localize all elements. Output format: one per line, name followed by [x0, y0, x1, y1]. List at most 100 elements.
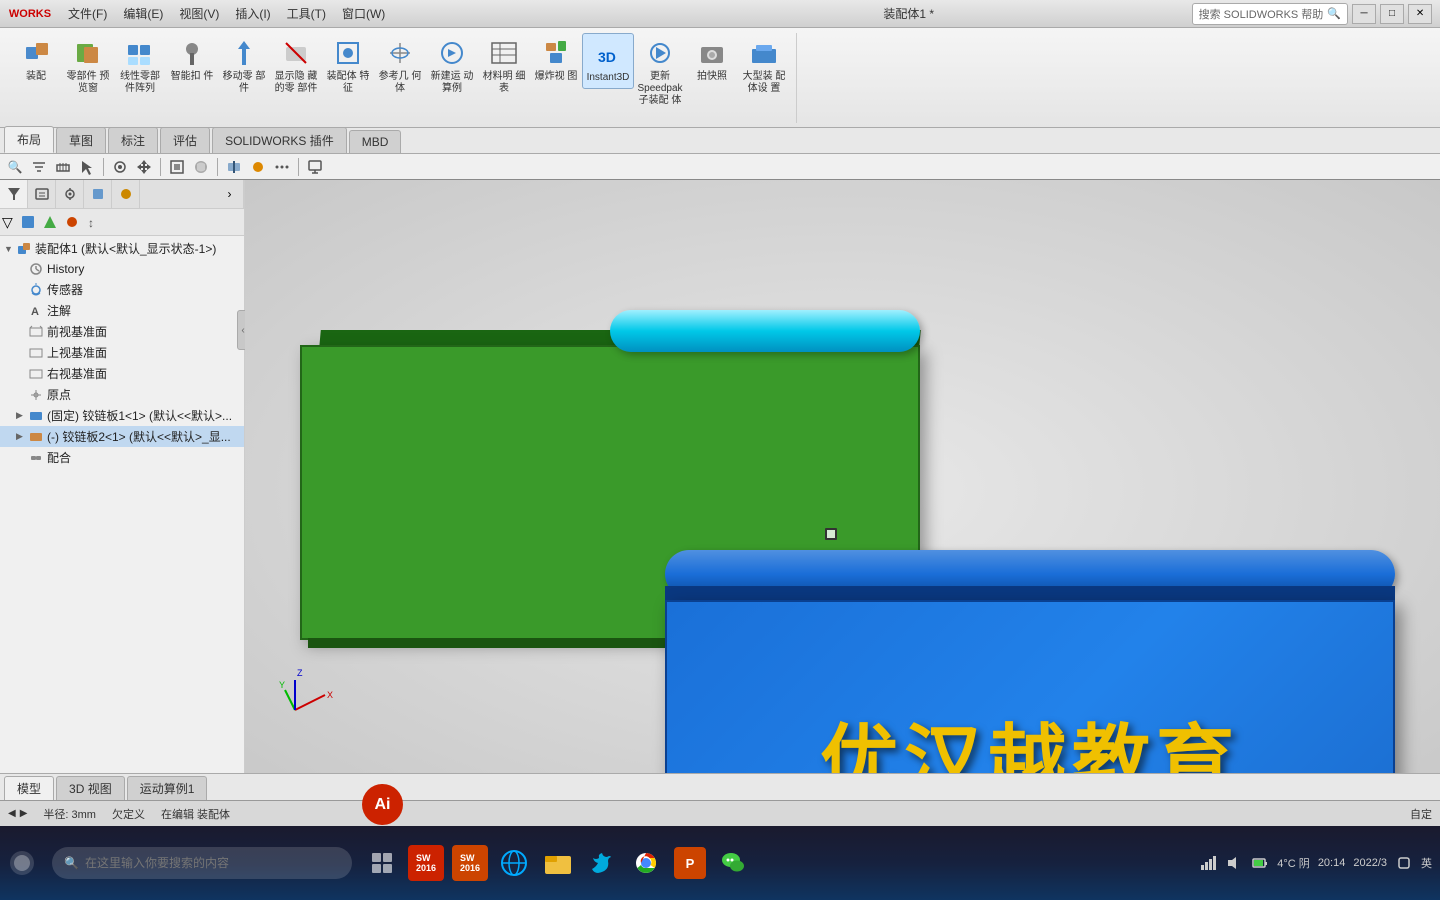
tab-solidworks-plugin[interactable]: SOLIDWORKS 插件: [212, 127, 347, 153]
tray-volume-icon[interactable]: [1225, 854, 1243, 872]
toolbar-btn-speedpak[interactable]: 更新 Speedpak 子装配 体: [634, 33, 686, 111]
panel-tab-config[interactable]: [56, 180, 84, 208]
toolbar-label-hide-component: 显示隐 藏的零 部件: [272, 71, 320, 95]
toolbar-btn-smart-parts[interactable]: 线性零部 件阵列: [114, 33, 166, 99]
tree-item-history[interactable]: History: [0, 259, 244, 279]
cursor-icon[interactable]: [76, 156, 98, 178]
search-icon: 🔍: [64, 856, 79, 870]
panel-tool-2[interactable]: [39, 211, 61, 233]
panel-tool-4[interactable]: ↕: [83, 211, 105, 233]
toolbar-btn-hide-component[interactable]: 显示隐 藏的零 部件: [270, 33, 322, 99]
toolbar-btn-bom-table[interactable]: 材料明 细表: [478, 33, 530, 99]
tab-sketch[interactable]: 草图: [56, 127, 106, 153]
toolbar-label-smart-fastener: 智能扣 件: [171, 71, 214, 83]
tab-annotation[interactable]: 标注: [108, 127, 158, 153]
start-button[interactable]: [2, 843, 42, 883]
taskbar-search-input[interactable]: [85, 856, 340, 870]
ai-label[interactable]: Ai: [362, 784, 403, 825]
menu-tools[interactable]: 工具(T): [279, 0, 334, 28]
solidworks-2016-icon[interactable]: SW2016: [406, 843, 446, 883]
menu-window[interactable]: 窗口(W): [334, 0, 393, 28]
tree-item-front-plane[interactable]: 前视基准面: [0, 321, 244, 342]
btab-3dview[interactable]: 3D 视图: [56, 776, 125, 800]
more-icon[interactable]: [271, 156, 293, 178]
tree-item-sensor[interactable]: 传感器: [0, 279, 244, 300]
tab-layout[interactable]: 布局: [4, 126, 54, 153]
toolbar-btn-large-assembly[interactable]: 大型装 配体设 置: [738, 33, 790, 99]
file-explorer-icon[interactable]: [538, 843, 578, 883]
tree-item-mate[interactable]: 配合: [0, 447, 244, 468]
tray-notification-icon[interactable]: [1395, 854, 1413, 872]
scroll-right-btn[interactable]: ▶: [20, 808, 28, 819]
powerpoint-icon[interactable]: P: [670, 843, 710, 883]
mate-icon: [28, 450, 44, 466]
panel-tabs: ›: [0, 180, 244, 209]
display-icon[interactable]: [247, 156, 269, 178]
menu-view[interactable]: 视图(V): [171, 0, 227, 28]
tray-battery-icon[interactable]: [1251, 854, 1269, 872]
monitor-icon[interactable]: [304, 156, 326, 178]
tab-mbd[interactable]: MBD: [349, 130, 402, 153]
filter-icon[interactable]: 🔍: [4, 156, 26, 178]
tray-weather: 4°C 阴: [1277, 855, 1310, 871]
toolbar-btn-part-preview[interactable]: 零部件 预览窗: [62, 33, 114, 99]
reference-geom-icon: [384, 37, 416, 69]
toolbar-btn-photo[interactable]: 拍快照: [686, 33, 738, 87]
panel-tool-1[interactable]: [17, 211, 39, 233]
toolbar-btn-assembly-features[interactable]: 装配体 特征: [322, 33, 374, 99]
taskbar-tray: 4°C 阴 20:14 2022/3 英: [1199, 854, 1440, 872]
toolbar-btn-reference-geom[interactable]: 参考几 何体: [374, 33, 426, 99]
minimize-button[interactable]: ─: [1352, 4, 1376, 24]
wechat-icon[interactable]: [714, 843, 754, 883]
solidworks-alt-icon[interactable]: SW2016: [450, 843, 490, 883]
menu-bar: 文件(F) 编辑(E) 视图(V) 插入(I) 工具(T) 窗口(W): [60, 0, 626, 28]
panel-tab-appearance[interactable]: [112, 180, 140, 208]
task-view-button[interactable]: [362, 843, 402, 883]
close-button[interactable]: ✕: [1408, 4, 1432, 24]
toolbar-btn-instant3d[interactable]: 3D Instant3D: [582, 33, 634, 89]
tree-item-annotation[interactable]: A 注解: [0, 300, 244, 321]
tree-item-assembly[interactable]: ▼ 装配体1 (默认<默认_显示状态-1>): [0, 238, 244, 259]
shade-icon[interactable]: [190, 156, 212, 178]
panel-tab-display[interactable]: [84, 180, 112, 208]
panel-tool-3[interactable]: [61, 211, 83, 233]
btab-model[interactable]: 模型: [4, 776, 54, 800]
tray-lang: 英: [1421, 855, 1432, 871]
move-icon[interactable]: [133, 156, 155, 178]
toolbar-btn-smart-fastener[interactable]: 智能扣 件: [166, 33, 218, 87]
ie-icon[interactable]: [494, 843, 534, 883]
tree-item-right-plane[interactable]: 右视基准面: [0, 363, 244, 384]
scroll-left-btn[interactable]: ◀: [8, 808, 16, 819]
btab-motion[interactable]: 运动算例1: [127, 776, 208, 800]
maximize-button[interactable]: □: [1380, 4, 1404, 24]
filter2-icon[interactable]: [28, 156, 50, 178]
menu-edit[interactable]: 编辑(E): [115, 0, 171, 28]
tree-item-part1[interactable]: ▶ (固定) 铰链板1<1> (默认<<默认>...: [0, 405, 244, 426]
section-icon[interactable]: [223, 156, 245, 178]
feature-tree-panel: › ▽ ↕ ▼ 装配体1 (默认<默认_显示状态-1>): [0, 180, 245, 800]
tray-network-icon[interactable]: [1199, 854, 1217, 872]
search-solidworks-help[interactable]: 搜索 SOLIDWORKS 帮助 🔍: [1192, 3, 1348, 25]
snap-icon[interactable]: [109, 156, 131, 178]
toolbar-btn-explode-view[interactable]: 爆炸视 图: [530, 33, 582, 87]
tree-label-origin: 原点: [47, 386, 71, 403]
panel-tab-filter[interactable]: [0, 180, 28, 208]
twitter-bird-icon[interactable]: [582, 843, 622, 883]
toolbar-btn-move-part[interactable]: 移动零 部件: [218, 33, 270, 99]
tree-item-top-plane[interactable]: 上视基准面: [0, 342, 244, 363]
panel-tab-properties[interactable]: [28, 180, 56, 208]
menu-insert[interactable]: 插入(I): [227, 0, 278, 28]
chrome-icon[interactable]: [626, 843, 666, 883]
taskbar-search[interactable]: 🔍: [52, 847, 352, 879]
3d-viewport[interactable]: 优汉越教育 X Y Z: [245, 180, 1440, 800]
tab-evaluate[interactable]: 评估: [160, 127, 210, 153]
toolbar-btn-new-motion[interactable]: 新建运 动算例: [426, 33, 478, 99]
menu-file[interactable]: 文件(F): [60, 0, 115, 28]
panel-expand-button[interactable]: ›: [216, 180, 244, 208]
measure-icon[interactable]: [52, 156, 74, 178]
tree-item-origin[interactable]: 原点: [0, 384, 244, 405]
toolbar-label-speedpak: 更新 Speedpak 子装配 体: [636, 71, 684, 107]
tree-item-part2[interactable]: ▶ (-) 铰链板2<1> (默认<<默认>_显...: [0, 426, 244, 447]
toolbar-btn-assembly[interactable]: 装配: [10, 33, 62, 87]
view-icon[interactable]: [166, 156, 188, 178]
